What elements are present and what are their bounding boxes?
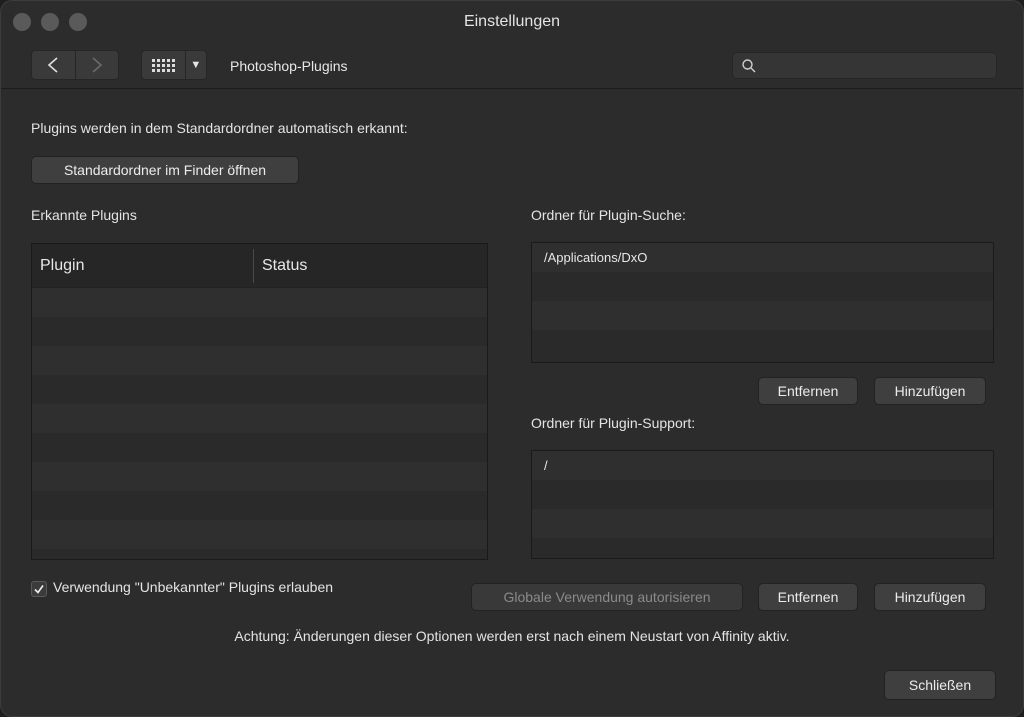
triangle-down-icon: ▼ <box>190 59 202 71</box>
table-row <box>32 375 487 404</box>
preferences-window: Einstellungen ▼ Photoshop-Plugins Plugin… <box>0 0 1024 717</box>
plugins-table-body <box>32 288 487 549</box>
intro-text: Plugins werden in dem Standardordner aut… <box>31 120 408 136</box>
unknown-plugins-checkbox[interactable] <box>31 581 47 597</box>
grid-icon <box>151 58 175 72</box>
unknown-plugins-label[interactable]: Verwendung "Unbekannter" Plugins erlaube… <box>53 579 333 595</box>
add-support-folder-button[interactable]: Hinzufügen <box>874 583 986 611</box>
close-window-button[interactable] <box>13 13 31 31</box>
section-dropdown-button[interactable]: ▼ <box>184 51 206 79</box>
column-header-status[interactable]: Status <box>254 257 307 275</box>
window-controls <box>13 13 87 31</box>
column-header-plugin[interactable]: Plugin <box>32 248 254 283</box>
search-folders-list[interactable]: /Applications/DxO <box>531 242 994 363</box>
restart-notice: Achtung: Änderungen dieser Optionen werd… <box>234 628 790 644</box>
search-folders-title: Ordner für Plugin-Suche: <box>531 207 686 223</box>
chevron-left-icon <box>48 57 58 73</box>
show-all-button[interactable] <box>142 51 185 79</box>
window-title: Einstellungen <box>463 13 561 30</box>
detected-plugins-title: Erkannte Plugins <box>31 207 137 223</box>
table-row <box>32 404 487 433</box>
checkmark-icon <box>34 585 44 594</box>
minimize-window-button[interactable] <box>41 13 59 31</box>
plugins-table-header: Plugin Status <box>32 244 487 288</box>
title-bar: Einstellungen <box>1 1 1023 43</box>
open-default-folder-button[interactable]: Standardordner im Finder öffnen <box>31 156 299 184</box>
list-item[interactable]: /Applications/DxO <box>532 243 993 272</box>
plugins-table[interactable]: Plugin Status <box>31 243 488 560</box>
zoom-window-button[interactable] <box>69 13 87 31</box>
remove-support-folder-button[interactable]: Entfernen <box>758 583 858 611</box>
section-selector: ▼ <box>141 50 207 80</box>
search-icon <box>742 59 756 73</box>
list-item-empty <box>532 538 993 558</box>
table-row <box>32 317 487 346</box>
toolbar: ▼ Photoshop-Plugins <box>1 43 1023 89</box>
add-search-folder-button[interactable]: Hinzufügen <box>874 377 986 405</box>
table-row <box>32 491 487 520</box>
table-row <box>32 288 487 317</box>
table-row <box>32 346 487 375</box>
list-item-empty <box>532 509 993 538</box>
list-item-empty <box>532 480 993 509</box>
chevron-right-icon <box>92 57 102 73</box>
table-row <box>32 520 487 549</box>
list-item-empty <box>532 272 993 301</box>
table-row <box>32 462 487 491</box>
navigation-buttons <box>31 50 119 80</box>
support-folders-title: Ordner für Plugin-Support: <box>531 415 696 431</box>
list-item-empty <box>532 301 993 330</box>
support-folders-list[interactable]: / <box>531 450 994 559</box>
table-row <box>32 433 487 462</box>
back-button[interactable] <box>32 51 75 79</box>
forward-button[interactable] <box>74 51 119 79</box>
authorize-global-button[interactable]: Globale Verwendung autorisieren <box>471 583 743 611</box>
search-field[interactable] <box>732 52 997 79</box>
list-item-empty <box>532 330 993 359</box>
close-button[interactable]: Schließen <box>884 670 996 700</box>
section-name: Photoshop-Plugins <box>230 58 348 74</box>
list-item[interactable]: / <box>532 451 993 480</box>
remove-search-folder-button[interactable]: Entfernen <box>758 377 858 405</box>
